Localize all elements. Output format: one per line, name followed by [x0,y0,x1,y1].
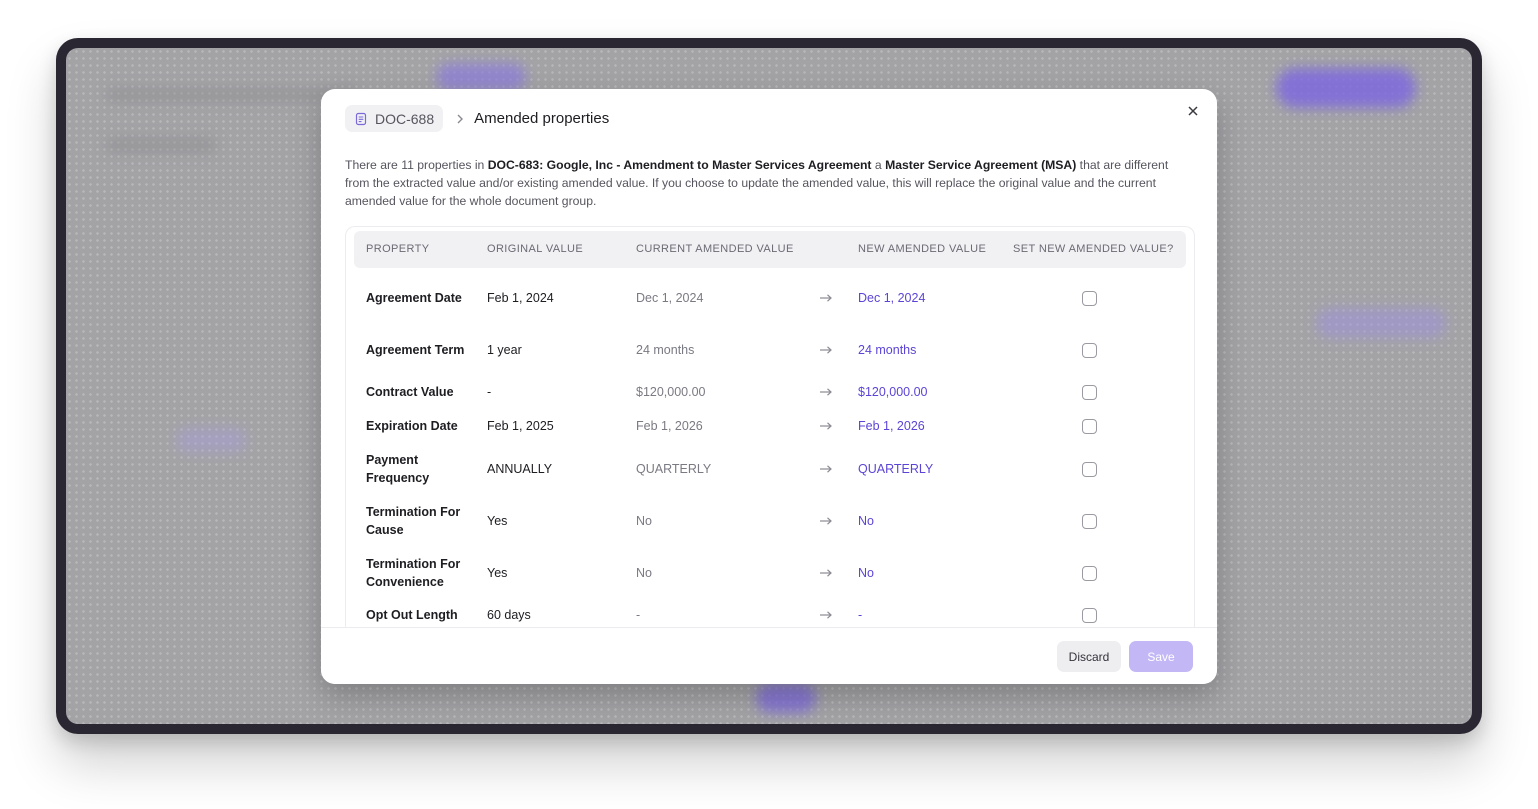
table-row: Termination For Cause Yes No No [346,501,1194,541]
cell-property: Termination For Cause [366,505,461,537]
arrow-right-icon [819,415,833,437]
cell-property: Agreement Date [366,291,462,305]
doc-breadcrumb-chip[interactable]: DOC-688 [345,105,444,132]
cell-current-amended-value: Feb 1, 2026 [636,419,703,433]
cell-property: Agreement Term [366,343,465,357]
save-button[interactable]: Save [1129,641,1193,672]
amended-properties-modal: DOC-688 Amended properties There are 11 … [321,89,1217,684]
arrow-right-icon [819,449,833,489]
cell-original-value: Yes [487,514,508,528]
table-row: Agreement Term 1 year 24 months 24 month… [346,330,1194,370]
header-current-amended-value: CURRENT AMENDED VALUE [636,243,794,255]
description-text: There are 11 properties in [345,158,488,172]
arrow-right-icon [819,604,833,626]
cell-new-amended-value: - [858,608,863,622]
cell-original-value: 60 days [487,608,531,622]
background-blur-shape [1276,68,1416,108]
cell-property: Termination For Convenience [366,557,461,589]
close-button[interactable] [1183,101,1203,121]
set-amended-value-checkbox[interactable] [1082,330,1097,370]
table-header: PROPERTY ORIGINAL VALUE CURRENT AMENDED … [354,231,1186,268]
checkbox-box[interactable] [1082,384,1097,400]
breadcrumb: DOC-688 Amended properties [345,105,609,132]
set-amended-value-checkbox[interactable] [1082,415,1097,437]
cell-current-amended-value: QUARTERLY [636,462,712,476]
doc-id-label: DOC-688 [375,110,435,127]
set-amended-value-checkbox[interactable] [1082,449,1097,489]
checkbox-box[interactable] [1082,418,1097,434]
background-blur-shape [176,428,246,452]
table-row: Termination For Convenience Yes No No [346,553,1194,593]
set-amended-value-checkbox[interactable] [1082,278,1097,318]
header-set-new-amended-value: SET NEW AMENDED VALUE? [1013,243,1174,255]
cell-original-value: 1 year [487,343,522,357]
set-amended-value-checkbox[interactable] [1082,604,1097,626]
description-text: a [871,158,886,172]
table-row: Payment Frequency ANNUALLY QUARTERLY QUA… [346,449,1194,489]
cell-new-amended-value: No [858,566,874,580]
table-row: Agreement Date Feb 1, 2024 Dec 1, 2024 D… [346,278,1194,318]
arrow-right-icon [819,278,833,318]
checkbox-box[interactable] [1082,607,1097,623]
cell-new-amended-value: No [858,514,874,528]
checkbox-box[interactable] [1082,461,1097,477]
table-row: Opt Out Length 60 days - - [346,604,1194,626]
close-icon [1188,106,1198,116]
cell-current-amended-value: Dec 1, 2024 [636,291,704,305]
modal-footer: Discard Save [321,627,1217,684]
background-blur-shape [436,63,526,91]
arrow-right-icon [819,381,833,403]
cell-new-amended-value: $120,000.00 [858,385,928,399]
cell-property: Expiration Date [366,419,458,433]
checkbox-box[interactable] [1082,290,1097,306]
cell-current-amended-value: $120,000.00 [636,385,706,399]
document-icon [355,112,367,125]
properties-table[interactable]: PROPERTY ORIGINAL VALUE CURRENT AMENDED … [345,226,1195,628]
cell-new-amended-value: QUARTERLY [858,462,934,476]
page-title: Amended properties [474,110,610,127]
discard-button[interactable]: Discard [1057,641,1121,672]
cell-current-amended-value: 24 months [636,343,695,357]
cell-new-amended-value: 24 months [858,343,917,357]
cell-current-amended-value: - [636,608,641,622]
arrow-right-icon [819,330,833,370]
checkbox-box[interactable] [1082,565,1097,581]
background-blur-shape [106,138,216,152]
set-amended-value-checkbox[interactable] [1082,381,1097,403]
background-blur-shape [106,88,356,102]
cell-original-value: Feb 1, 2025 [487,419,554,433]
cell-original-value: ANNUALLY [487,462,553,476]
arrow-right-icon [819,501,833,541]
background-blur-shape [1316,308,1446,338]
document-name: DOC-683: Google, Inc - Amendment to Mast… [487,158,872,172]
cell-new-amended-value: Dec 1, 2024 [858,291,926,305]
header-property: PROPERTY [366,243,430,255]
set-amended-value-checkbox[interactable] [1082,501,1097,541]
chevron-right-icon [455,113,465,125]
cell-original-value: Feb 1, 2024 [487,291,554,305]
table-row: Expiration Date Feb 1, 2025 Feb 1, 2026 … [346,415,1194,437]
cell-new-amended-value: Feb 1, 2026 [858,419,925,433]
header-new-amended-value: NEW AMENDED VALUE [858,243,987,255]
cell-property: Payment Frequency [366,453,430,485]
cell-original-value: Yes [487,566,508,580]
checkbox-box[interactable] [1082,513,1097,529]
cell-original-value: - [487,385,492,399]
cell-current-amended-value: No [636,566,652,580]
modal-description: There are 11 properties in DOC-683: Goog… [345,156,1185,210]
cell-property: Opt Out Length [366,608,458,622]
background-blur-shape [756,683,816,713]
checkbox-box[interactable] [1082,342,1097,358]
arrow-right-icon [819,553,833,593]
document-type: Master Service Agreement (MSA) [885,158,1077,172]
set-amended-value-checkbox[interactable] [1082,553,1097,593]
table-row: Contract Value - $120,000.00 $120,000.00 [346,381,1194,403]
header-original-value: ORIGINAL VALUE [487,243,584,255]
cell-property: Contract Value [366,385,454,399]
cell-current-amended-value: No [636,514,652,528]
